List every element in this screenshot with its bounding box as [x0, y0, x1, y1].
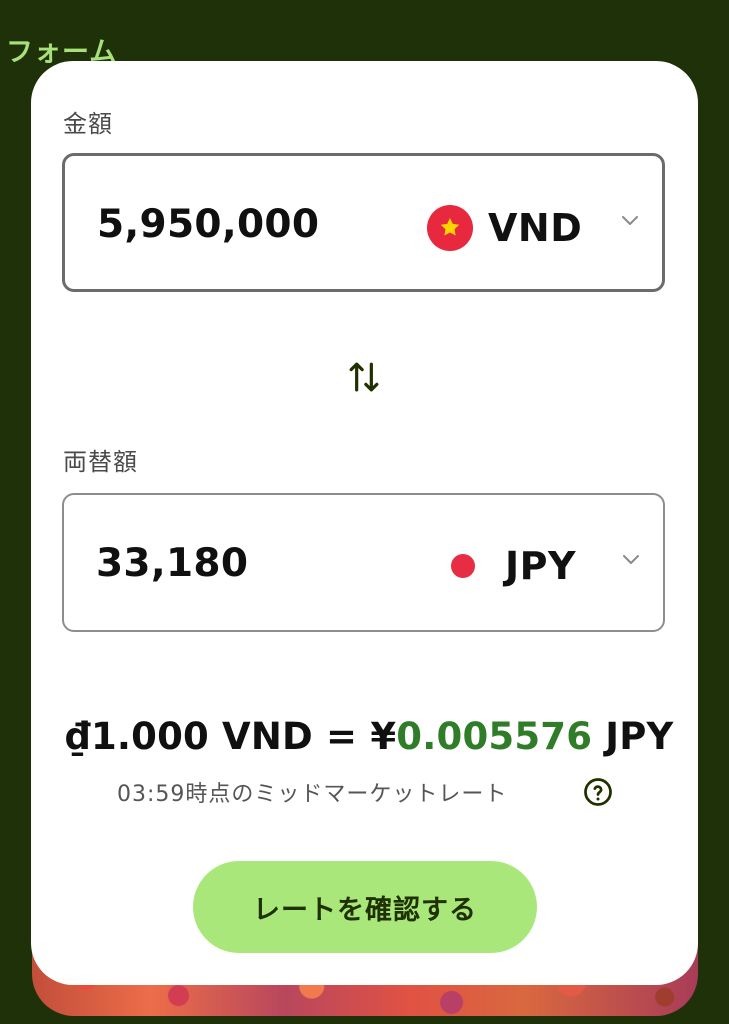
rate-prefix: ₫1.000 VND = ¥ — [65, 715, 397, 758]
amount-label: 金額 — [63, 110, 113, 138]
converted-value[interactable]: 33,180 — [96, 541, 248, 586]
help-icon[interactable] — [583, 777, 613, 807]
exchange-rate: ₫1.000 VND = ¥0.005576 JPY — [65, 715, 674, 758]
chevron-down-icon[interactable] — [618, 209, 642, 233]
amount-value[interactable]: 5,950,000 — [97, 202, 319, 247]
rate-note: 03:59時点のミッドマーケットレート — [117, 782, 508, 807]
vietnam-flag-icon — [427, 205, 473, 251]
rate-value: 0.005576 — [396, 715, 593, 758]
rate-suffix: JPY — [592, 715, 674, 758]
currency-select-jpy[interactable]: JPY — [451, 544, 576, 588]
japan-flag-icon — [451, 554, 475, 578]
chevron-down-icon[interactable] — [619, 548, 643, 572]
swap-icon[interactable] — [338, 351, 390, 403]
currency-converter-card: 金額 5,950,000 VND 両替額 33,180 JPY ₫1.000 V… — [31, 61, 698, 985]
currency-code: JPY — [505, 544, 577, 588]
converted-amount-label: 両替額 — [63, 448, 138, 476]
converted-amount-field[interactable]: 33,180 JPY — [62, 493, 665, 632]
confirm-rate-button[interactable]: レートを確認する — [193, 861, 537, 953]
amount-field[interactable]: 5,950,000 VND — [62, 153, 665, 292]
currency-select-vnd[interactable]: VND — [427, 205, 582, 251]
currency-code: VND — [488, 206, 583, 250]
